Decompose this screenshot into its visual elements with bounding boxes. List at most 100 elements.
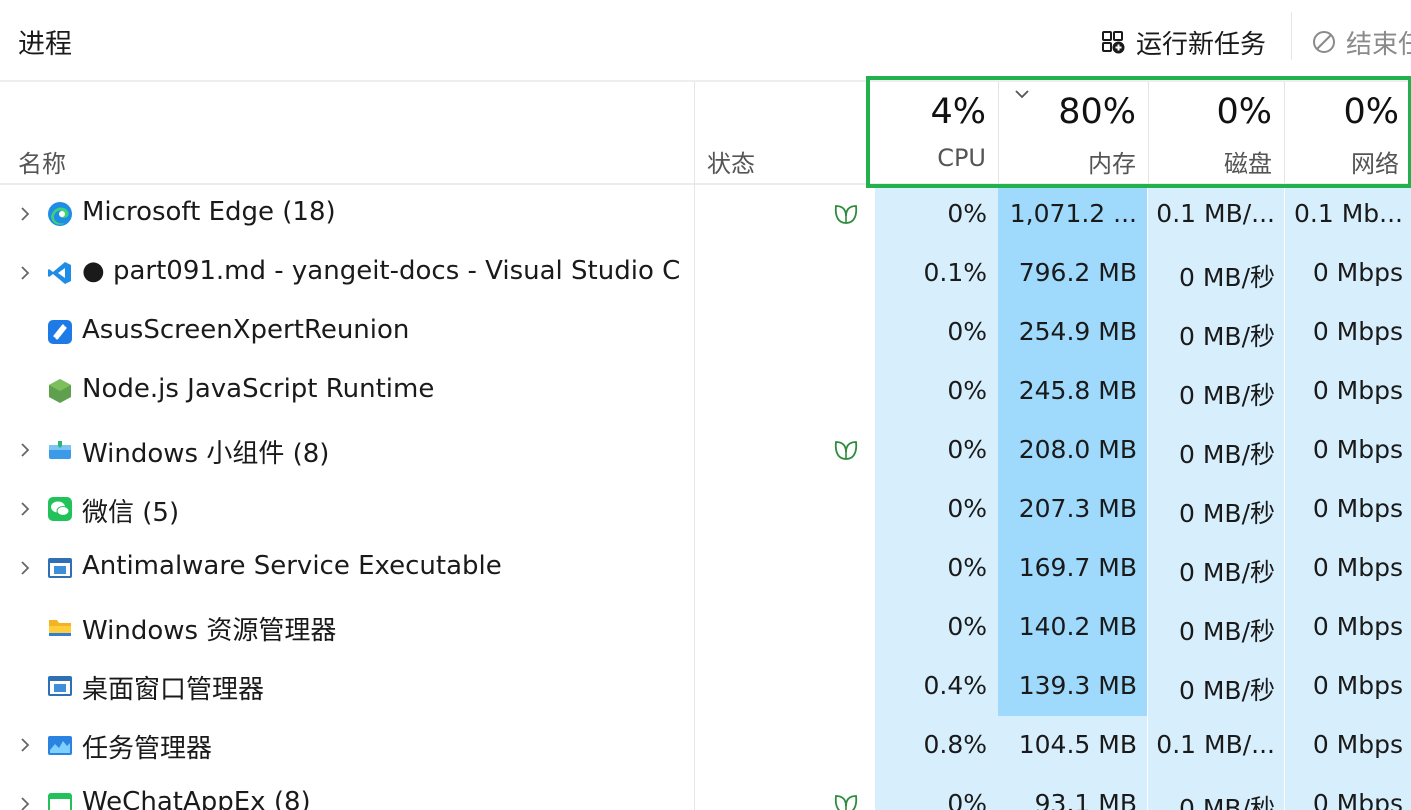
process-name: ● part091.md - yangeit-docs - Visual Stu… (82, 256, 682, 286)
window-app-icon (47, 555, 73, 581)
disk-value: 0 MB/秒 (1179, 558, 1275, 587)
table-row[interactable]: 微信 (5) 0% 207.3 MB 0 MB/秒 0 Mbps (0, 480, 1411, 539)
cpu-value: 0% (947, 199, 987, 228)
column-header-name[interactable]: 名称 (18, 144, 66, 179)
cpu-value: 0% (947, 376, 987, 405)
run-new-task-label: 运行新任务 (1136, 29, 1267, 60)
table-row[interactable]: Windows 小组件 (8) 0% 208.0 MB 0 MB/秒 0 Mbps (0, 421, 1411, 480)
column-header-status[interactable]: 状态 (707, 144, 755, 179)
page-title: 进程 (18, 29, 72, 60)
disk-value: 0.1 MB/... (1156, 730, 1275, 759)
memory-value: 245.8 MB (1018, 376, 1137, 405)
cpu-value: 0.8% (923, 730, 987, 759)
memory-value: 796.2 MB (1018, 258, 1137, 287)
new-task-icon (1102, 31, 1125, 54)
process-name: Node.js JavaScript Runtime (82, 374, 435, 404)
table-row[interactable]: 桌面窗口管理器 0.4% 139.3 MB 0 MB/秒 0 Mbps (0, 657, 1411, 716)
process-name: AsusScreenXpertReunion (82, 315, 410, 345)
network-value: 0 Mbps (1312, 494, 1403, 523)
process-name: 微信 (5) (82, 498, 180, 528)
column-header-disk[interactable]: 0% 磁盘 (1148, 82, 1284, 183)
process-name: 桌面窗口管理器 (82, 675, 265, 705)
toolbar-divider (1291, 12, 1292, 60)
disk-value: 0 MB/秒 (1179, 676, 1275, 705)
wechatapp-icon (47, 791, 73, 810)
process-name: 任务管理器 (82, 734, 213, 764)
process-name: Windows 小组件 (8) (82, 439, 330, 469)
memory-value: 208.0 MB (1018, 435, 1137, 464)
column-header: 名称 状态 4% CPU 80% 内存 0% 磁盘 0% 网络 (0, 82, 1411, 185)
network-value: 0 Mbps (1312, 317, 1403, 346)
memory-value: 1,071.2 ... (1009, 199, 1137, 228)
task-manager-processes: 进程 运行新任务 结束任 名称 状态 4% CPU (0, 0, 1411, 810)
efficiency-mode-leaf-icon (833, 438, 859, 462)
cpu-value: 0% (947, 317, 987, 346)
cpu-total: 4% (930, 92, 986, 132)
disk-value: 0 MB/秒 (1179, 499, 1275, 528)
column-header-network[interactable]: 0% 网络 (1285, 82, 1411, 183)
sort-descending-icon (1015, 90, 1029, 99)
table-row[interactable]: Windows 资源管理器 0% 140.2 MB 0 MB/秒 0 Mbps (0, 598, 1411, 657)
table-row[interactable]: ● part091.md - yangeit-docs - Visual Stu… (0, 244, 1411, 303)
network-value: 0 Mbps (1312, 612, 1403, 641)
block-icon (1313, 31, 1335, 53)
end-task-button[interactable]: 结束任 (1312, 22, 1411, 62)
process-name: Windows 资源管理器 (82, 616, 337, 646)
table-row[interactable]: Microsoft Edge (18) 0% 1,071.2 ... 0.1 MB/.… (0, 185, 1411, 244)
memory-total: 80% (1058, 92, 1136, 132)
process-list: Microsoft Edge (18) 0% 1,071.2 ... 0.1 MB/.… (0, 185, 1411, 810)
chevron-right-icon[interactable] (18, 736, 32, 754)
network-value: 0 Mbps (1312, 376, 1403, 405)
network-value: 0 Mbps (1312, 730, 1403, 759)
network-value: 0 Mbps (1312, 435, 1403, 464)
efficiency-mode-leaf-icon (833, 792, 859, 810)
vscode-icon (47, 260, 73, 286)
widgets-icon (47, 437, 73, 463)
table-row[interactable]: Node.js JavaScript Runtime 0% 245.8 MB 0 MB… (0, 362, 1411, 421)
cpu-value: 0% (947, 435, 987, 464)
asus-icon (47, 319, 73, 345)
run-new-task-button[interactable]: 运行新任务 (1100, 22, 1266, 62)
network-value: 0.1 Mb... (1294, 199, 1403, 228)
chevron-right-icon[interactable] (18, 559, 32, 577)
disk-value: 0 MB/秒 (1179, 263, 1275, 292)
disk-total: 0% (1216, 92, 1272, 132)
chevron-right-icon[interactable] (18, 264, 32, 282)
disk-value: 0 MB/秒 (1179, 617, 1275, 646)
memory-value: 169.7 MB (1018, 553, 1137, 582)
memory-value: 254.9 MB (1018, 317, 1137, 346)
cpu-label: CPU (937, 144, 986, 172)
network-label: 网络 (1351, 150, 1399, 178)
memory-value: 104.5 MB (1018, 730, 1137, 759)
efficiency-mode-leaf-icon (833, 202, 859, 226)
disk-value: 0 MB/秒 (1179, 322, 1275, 351)
chevron-right-icon[interactable] (18, 500, 32, 518)
column-header-cpu[interactable]: 4% CPU (875, 82, 998, 183)
cpu-value: 0.4% (923, 671, 987, 700)
disk-value: 0.1 MB/... (1156, 199, 1275, 228)
memory-value: 140.2 MB (1018, 612, 1137, 641)
disk-value: 0 MB/秒 (1179, 794, 1275, 810)
process-name: Antimalware Service Executable (82, 551, 502, 581)
table-row[interactable]: Antimalware Service Executable 0% 169.7 MB… (0, 539, 1411, 598)
chevron-right-icon[interactable] (18, 205, 32, 223)
chevron-right-icon[interactable] (18, 795, 32, 810)
network-total: 0% (1343, 92, 1399, 132)
wechat-icon (47, 496, 73, 522)
table-row[interactable]: WeChatAppEx (8) 0% 93.1 MB 0 MB/秒 0 Mbps (0, 775, 1411, 810)
chevron-right-icon[interactable] (18, 441, 32, 459)
table-row[interactable]: AsusScreenXpertReunion 0% 254.9 MB 0 MB/秒 0 … (0, 303, 1411, 362)
process-name: WeChatAppEx (8) (82, 787, 311, 810)
edge-icon (47, 201, 73, 227)
memory-value: 139.3 MB (1018, 671, 1137, 700)
memory-label: 内存 (1088, 150, 1136, 178)
cpu-value: 0% (947, 789, 987, 810)
nodejs-icon (47, 378, 73, 404)
cpu-value: 0% (947, 494, 987, 523)
network-value: 0 Mbps (1312, 671, 1403, 700)
toolbar: 进程 运行新任务 结束任 (0, 0, 1411, 82)
network-value: 0 Mbps (1312, 553, 1403, 582)
folder-icon (47, 614, 73, 640)
table-row[interactable]: 任务管理器 0.8% 104.5 MB 0.1 MB/... 0 Mbps (0, 716, 1411, 775)
cpu-value: 0% (947, 612, 987, 641)
